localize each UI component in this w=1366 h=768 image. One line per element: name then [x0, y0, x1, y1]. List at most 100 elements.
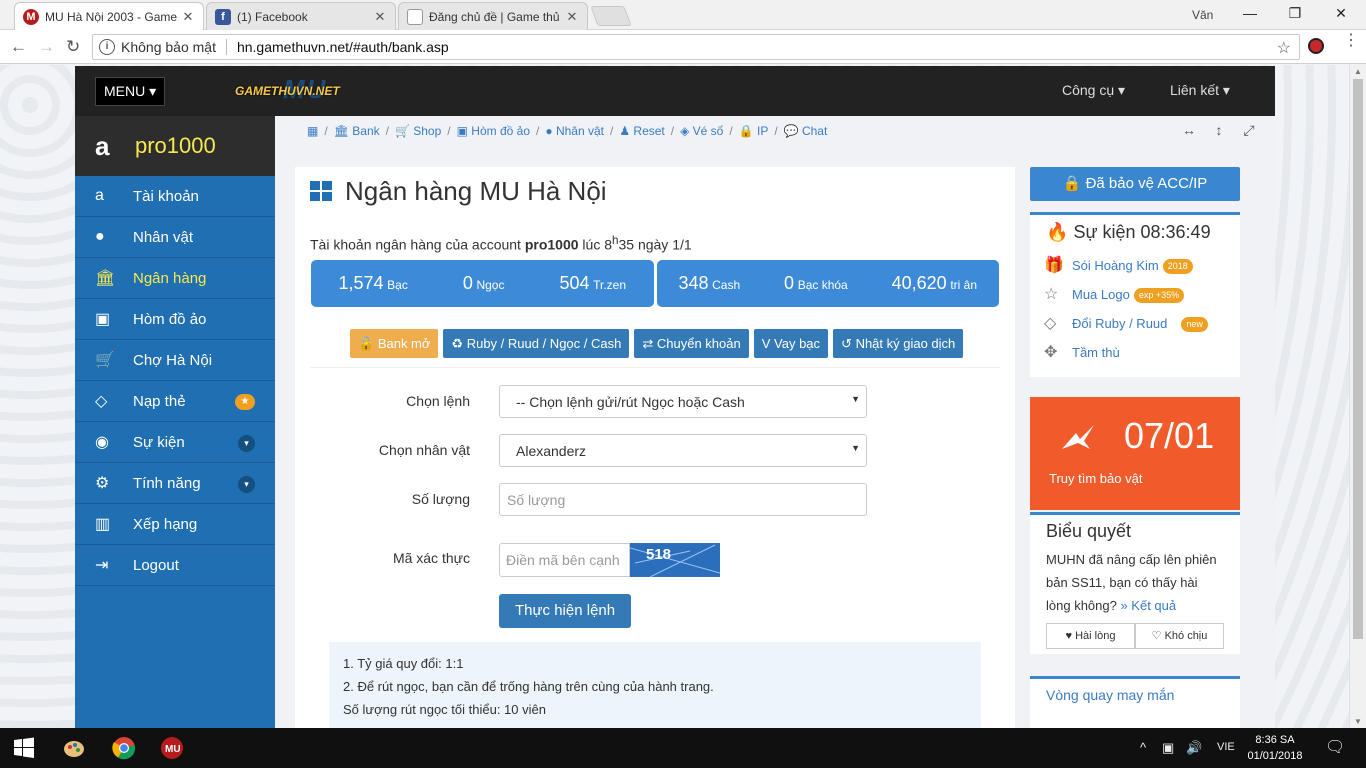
tools-dropdown[interactable]: Công cụ ▾: [1062, 82, 1125, 99]
scrollbar[interactable]: ▲ ▼: [1349, 65, 1366, 728]
sidebar-item-account[interactable]: a Tài khoản: [75, 176, 275, 217]
clock[interactable]: 8:36 SA 01/01/2018: [1245, 732, 1305, 764]
browser-tab[interactable]: Đăng chủ đề | Game thủ ✕: [398, 2, 588, 30]
character-select[interactable]: Alexanderz ▼: [499, 434, 867, 467]
divider: [225, 39, 227, 55]
back-icon[interactable]: ←: [10, 37, 27, 57]
close-tab-icon[interactable]: ✕: [373, 9, 387, 25]
close-tab-icon[interactable]: ✕: [181, 9, 195, 25]
treasure-hunt-panel[interactable]: 07/01 Truy tìm bảo vật: [1030, 397, 1240, 510]
breadcrumb-label: IP: [756, 124, 769, 138]
poll-yes-button[interactable]: ♥ Hài lòng: [1046, 623, 1135, 649]
exchange-button[interactable]: ♻ Ruby / Ruud / Ngọc / Cash: [443, 329, 630, 358]
sidebar-item-ranking[interactable]: ▥ Xếp hạng: [75, 504, 275, 545]
expand-horizontal-icon[interactable]: ↔: [1175, 122, 1203, 138]
lucky-wheel-panel[interactable]: Vòng quay may mắn: [1030, 676, 1240, 728]
browser-menu-icon[interactable]: ⋮: [1343, 33, 1359, 49]
lucky-wheel-link[interactable]: Vòng quay may mắn: [1046, 687, 1174, 703]
scroll-down-icon[interactable]: ▼: [1354, 717, 1362, 726]
fullscreen-icon[interactable]: ⤢: [1235, 122, 1263, 139]
amount-input[interactable]: Số lượng: [499, 483, 867, 516]
loan-button[interactable]: V Vay bạc: [753, 329, 829, 358]
chevron-down-icon[interactable]: ▾: [238, 435, 255, 452]
lock-icon: 🔒: [1062, 175, 1082, 192]
note-line: Số lượng rút ngọc tối thiểu: 10 viên: [343, 702, 546, 717]
vimeo-icon: V: [761, 336, 771, 351]
breadcrumb-vault[interactable]: ▣ Hòm đồ ảo: [457, 124, 530, 138]
breadcrumb-shop[interactable]: 🛒 Shop: [395, 124, 441, 138]
omnibox[interactable]: i Không bảo mật hn.gamethuvn.net/#auth/b…: [92, 34, 1300, 60]
note-line: 1. Tỷ giá quy đổi: 1:1: [343, 656, 464, 671]
menu-button[interactable]: MENU ▾: [95, 77, 166, 106]
reload-icon[interactable]: ↻: [66, 37, 80, 57]
transfer-button[interactable]: ⇄ Chuyển khoản: [634, 329, 749, 358]
treasure-date: 07/01: [1124, 415, 1215, 456]
sidebar-item-events[interactable]: ◉ Sự kiện ▾: [75, 422, 275, 463]
sidebar-item-features[interactable]: ⚙ Tính năng ▾: [75, 463, 275, 504]
browser-tab[interactable]: M MU Hà Nội 2003 - Game ✕: [14, 2, 204, 31]
sidebar-item-label: Tính năng: [133, 474, 201, 492]
sidebar-item-character[interactable]: ● Nhân vật: [75, 217, 275, 258]
network-icon[interactable]: ▣: [1162, 740, 1174, 756]
command-select[interactable]: -- Chọn lệnh gửi/rút Ngọc hoặc Cash ▼: [499, 385, 867, 418]
paint-icon[interactable]: [62, 736, 86, 760]
expand-vertical-icon[interactable]: ↕: [1205, 122, 1233, 138]
button-label: Bank mở: [377, 336, 431, 351]
sidebar-item-logout[interactable]: ⇥ Logout: [75, 545, 275, 586]
maximize-icon[interactable]: ❐: [1283, 5, 1307, 22]
forward-icon[interactable]: →: [38, 37, 55, 57]
breadcrumb-bank[interactable]: 🏛 Bank: [334, 124, 380, 138]
event-label: Đổi Ruby / Ruud: [1072, 316, 1168, 331]
select-value: Alexanderz: [516, 443, 587, 459]
top-navbar: MENU ▾ MU GAMETHUVN.NET Công cụ ▾ Liên k…: [75, 66, 1275, 116]
calendar-icon[interactable]: ▦: [307, 124, 318, 138]
event-item[interactable]: 🎁 Sói Hoàng Kim 2018: [1030, 251, 1240, 280]
url-text[interactable]: hn.gamethuvn.net/#auth/bank.asp: [237, 39, 449, 55]
new-tab-button[interactable]: [590, 6, 632, 26]
sidebar-item-bank[interactable]: 🏛 Ngân hàng: [75, 258, 275, 299]
logo-text: GAMETHUVN.NET: [235, 84, 340, 98]
chevron-down-icon[interactable]: ▾: [238, 476, 255, 493]
site-logo[interactable]: MU GAMETHUVN.NET: [233, 74, 353, 106]
volume-icon[interactable]: 🔊: [1186, 740, 1202, 756]
profile-name[interactable]: Văn: [1192, 8, 1213, 22]
breadcrumb-character[interactable]: ● Nhân vật: [545, 124, 604, 138]
scroll-up-icon[interactable]: ▲: [1354, 67, 1362, 76]
sidebar-item-market[interactable]: 🛒 Chợ Hà Nội: [75, 340, 275, 381]
info-icon[interactable]: i: [99, 39, 115, 55]
breadcrumb-ip[interactable]: 🔒 IP: [739, 124, 769, 138]
extension-icon[interactable]: [1308, 38, 1324, 54]
event-item[interactable]: ◇ Đổi Ruby / Ruud new: [1030, 309, 1240, 338]
note-line: 2. Để rút ngọc, bạn cần để trống hàng tr…: [343, 679, 714, 694]
minimize-icon[interactable]: —: [1238, 5, 1262, 21]
poll-no-button[interactable]: ♡ Khó chịu: [1135, 623, 1224, 649]
mu-game-icon[interactable]: MU: [160, 736, 184, 760]
close-window-icon[interactable]: ✕: [1329, 5, 1353, 22]
breadcrumb-reset[interactable]: ♟ Reset: [619, 124, 664, 138]
poll-result-link[interactable]: » Kết quả: [1120, 598, 1176, 613]
balance-unit: Cash: [712, 278, 741, 292]
notification-icon[interactable]: 🗨: [1325, 737, 1345, 757]
bookmark-star-icon[interactable]: ☆: [1277, 38, 1291, 58]
chrome-icon[interactable]: [112, 736, 136, 760]
breadcrumb-chat[interactable]: 💬 Chat: [784, 124, 828, 138]
event-item[interactable]: ☆ Mua Logo exp +35%: [1030, 280, 1240, 309]
sidebar-item-vault[interactable]: ▣ Hòm đồ ảo: [75, 299, 275, 340]
breadcrumb-label: Bank: [352, 124, 380, 138]
account-name: pro1000: [524, 236, 579, 253]
language-indicator[interactable]: VIE: [1217, 741, 1235, 753]
breadcrumb-lottery[interactable]: ◈ Vé số: [680, 124, 723, 138]
windows-start-icon[interactable]: [12, 736, 36, 760]
captcha-input[interactable]: Điền mã bên cạnh: [499, 543, 630, 577]
protect-account-button[interactable]: 🔒 Đã bảo vệ ACC/IP: [1030, 167, 1240, 201]
scrollbar-thumb[interactable]: [1353, 79, 1363, 639]
browser-tab[interactable]: f (1) Facebook ✕: [206, 2, 396, 30]
sidebar-item-topup[interactable]: ◇ Nạp thẻ ★: [75, 381, 275, 422]
links-dropdown[interactable]: Liên kết ▾: [1170, 82, 1230, 99]
history-button[interactable]: ↺ Nhật ký giao dịch: [833, 329, 964, 358]
bank-open-button[interactable]: 🔓 Bank mở: [350, 329, 439, 358]
submit-button[interactable]: Thực hiện lệnh: [499, 594, 632, 628]
event-item[interactable]: ✥ Tầm thù: [1030, 338, 1240, 367]
close-tab-icon[interactable]: ✕: [565, 9, 579, 25]
chevron-up-icon[interactable]: ^: [1140, 740, 1146, 755]
